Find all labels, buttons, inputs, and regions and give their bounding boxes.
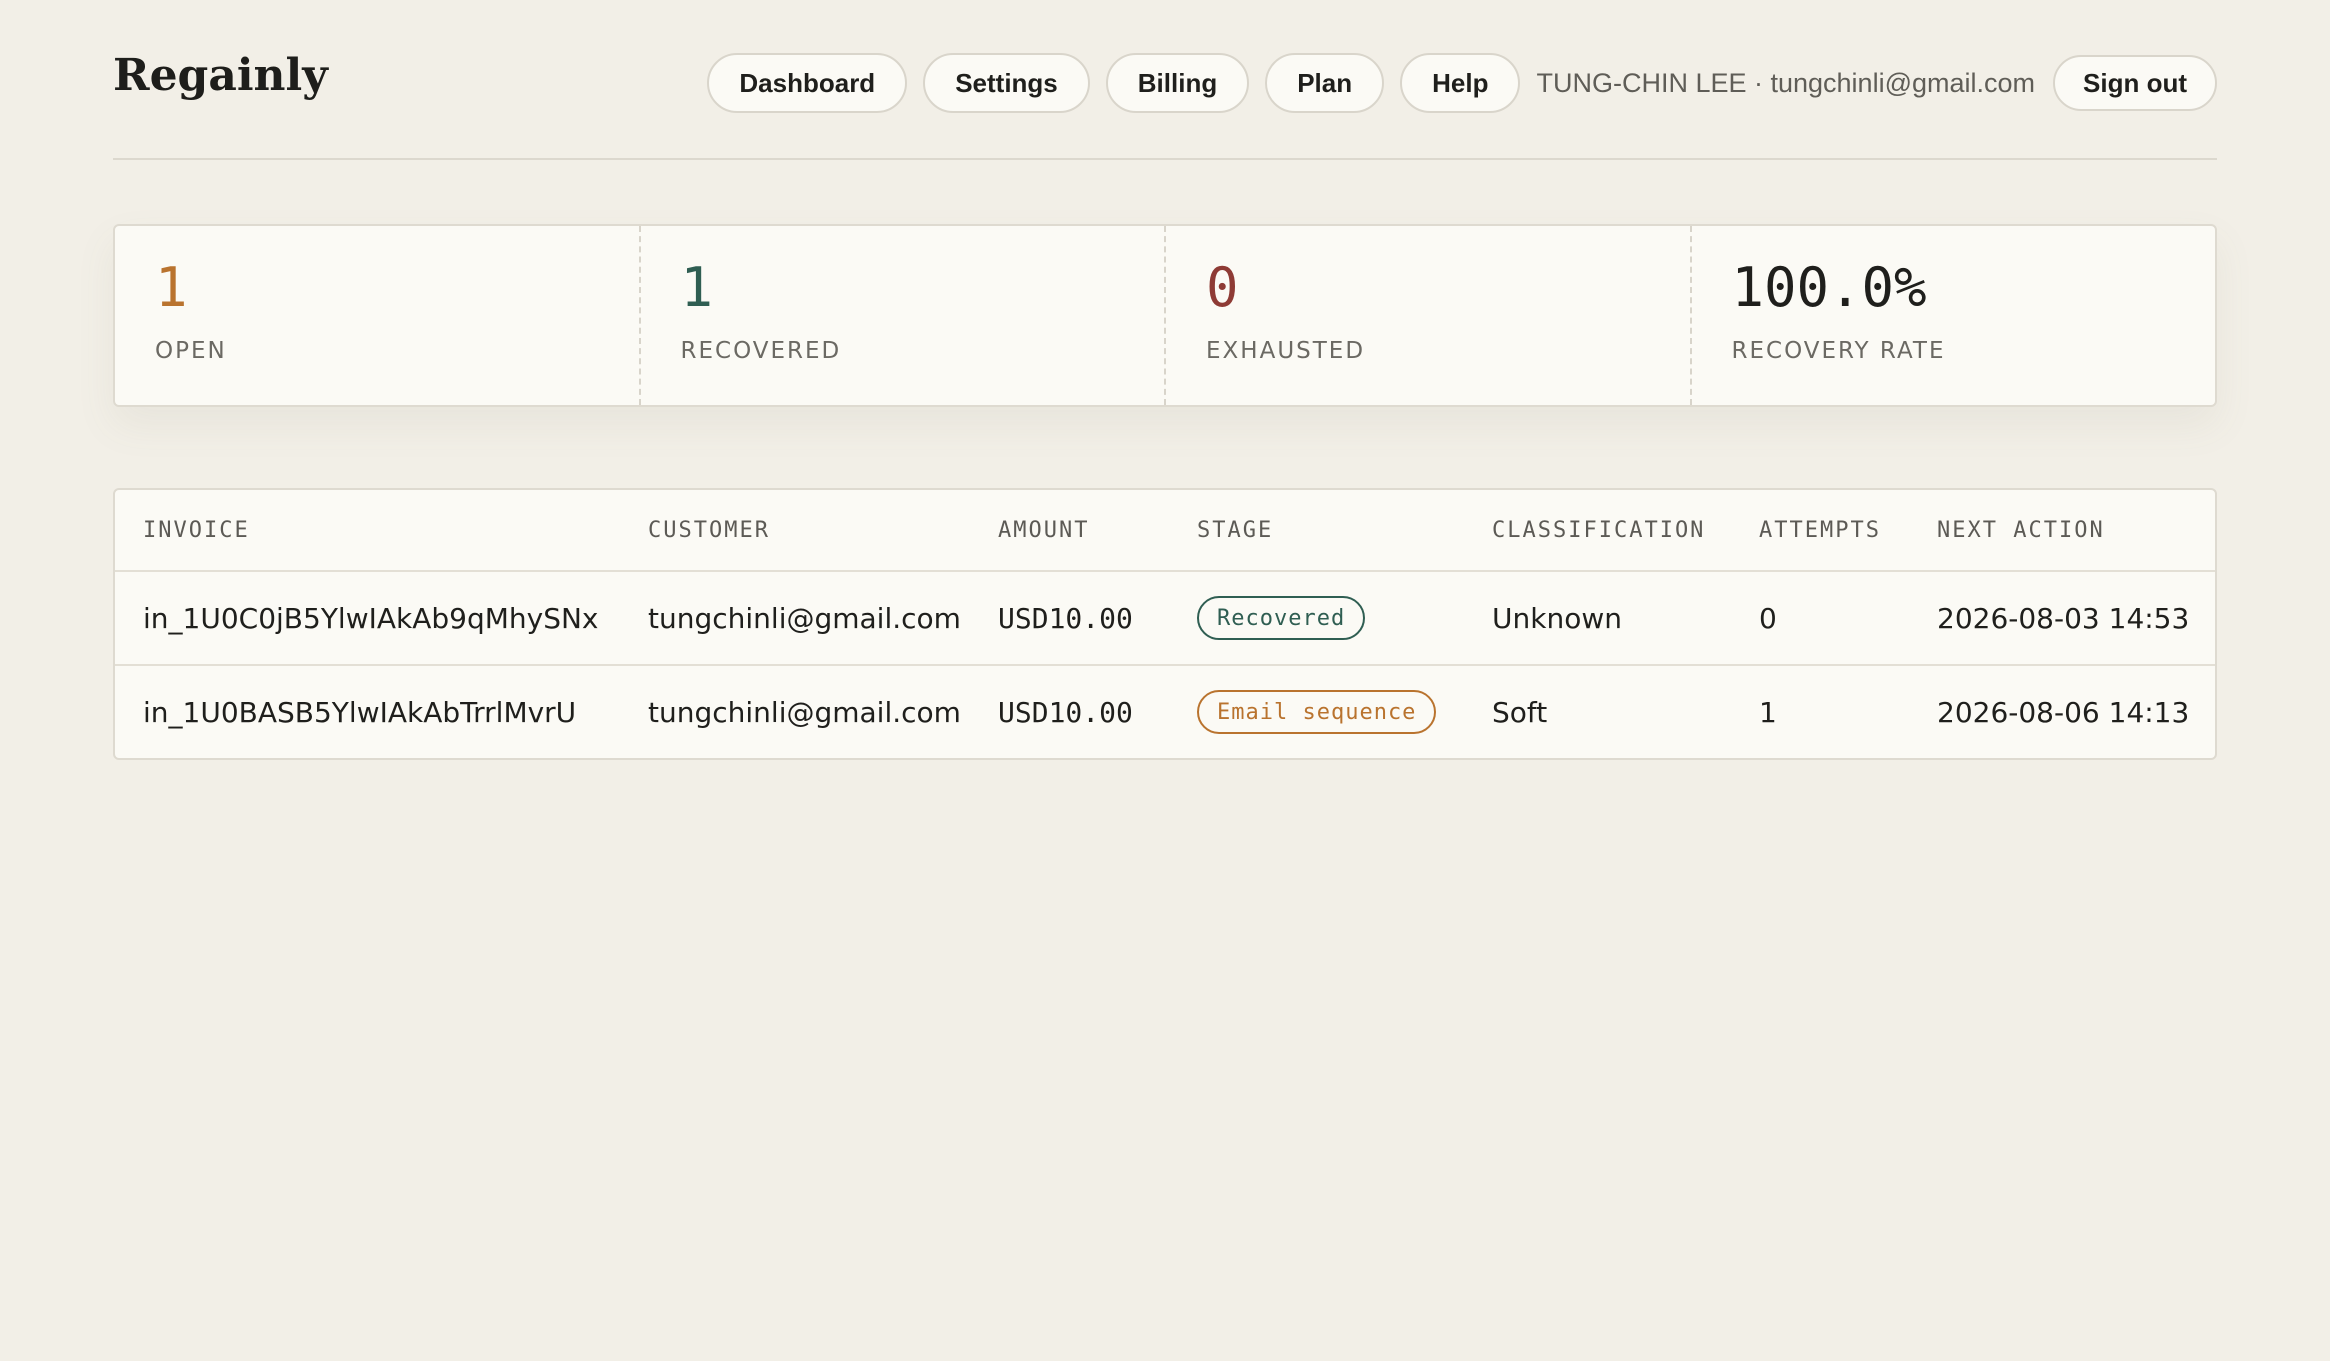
next-action-time: 2026-08-03 14:53 [1937,601,2190,635]
stage-badge: Email sequence [1197,690,1437,734]
nav-settings-button[interactable]: Settings [923,53,1090,113]
invoices-table: INVOICE CUSTOMER AMOUNT STAGE CLASSIFICA… [113,488,2217,760]
nav-billing-button[interactable]: Billing [1105,53,1250,113]
stat-label: RECOVERED [680,338,842,364]
invoice-id[interactable]: in_1U0BASB5YlwIAkAbTrrlMvrU [143,666,576,758]
stat-label: OPEN [155,338,227,364]
invoice-id[interactable]: in_1U0C0jB5YlwIAkAb9qMhySNx [143,572,599,664]
table-row[interactable]: in_1U0BASB5YlwIAkAbTrrlMvrU tungchinli@g… [115,666,2215,758]
column-header-invoice: INVOICE [143,517,250,543]
main-nav: Dashboard Settings Billing Plan Help TUN… [691,53,2217,113]
column-header-attempts: ATTEMPTS [1759,517,1881,543]
stat-label: EXHAUSTED [1206,338,1366,364]
customer-email: tungchinli@gmail.com [648,695,961,729]
stat-value: 1 [155,256,188,319]
stat-value: 0 [1206,256,1239,319]
table-row[interactable]: in_1U0C0jB5YlwIAkAb9qMhySNx tungchinli@g… [115,572,2215,666]
brand-logo[interactable]: Regainly [113,50,328,101]
invoice-amount: USD10.00 [998,695,1133,729]
classification: Soft [1492,695,1548,729]
nav-plan-button[interactable]: Plan [1265,53,1385,113]
nav-dashboard-button[interactable]: Dashboard [707,53,908,113]
stat-value: 1 [680,256,714,319]
attempts-count: 0 [1759,601,1777,635]
stat-recovered: 1 RECOVERED [641,226,1166,405]
invoice-amount: USD10.00 [998,601,1133,635]
column-header-classification: CLASSIFICATION [1492,517,1706,543]
classification: Unknown [1492,601,1622,635]
column-header-amount: AMOUNT [998,517,1090,543]
stat-exhausted: 0 EXHAUSTED [1166,226,1692,405]
column-header-next-action: NEXT ACTION [1937,517,2105,543]
stat-recovery-rate: 100.0% RECOVERY RATE [1692,226,2216,405]
sign-out-button[interactable]: Sign out [2053,55,2217,111]
attempts-count: 1 [1759,695,1777,729]
stats-panel: 1 OPEN 1 RECOVERED 0 EXHAUSTED 100.0% RE… [113,224,2217,407]
stat-label: RECOVERY RATE [1731,338,1946,364]
stat-value: 100.0% [1731,256,1927,319]
column-header-stage: STAGE [1197,517,1274,543]
stat-open: 1 OPEN [115,226,641,405]
column-header-customer: CUSTOMER [648,517,770,543]
stage-badge: Recovered [1197,596,1366,640]
app: Regainly Dashboard Settings Billing Plan… [113,0,2217,760]
stage-cell: Recovered [1197,572,1366,664]
table-header-row: INVOICE CUSTOMER AMOUNT STAGE CLASSIFICA… [115,490,2215,572]
user-identity: TUNG-CHIN LEE · tungchinli@gmail.com [1536,67,2036,98]
stage-cell: Email sequence [1197,666,1437,758]
customer-email: tungchinli@gmail.com [648,601,961,635]
nav-help-button[interactable]: Help [1400,53,1521,113]
top-bar: Regainly Dashboard Settings Billing Plan… [113,0,2217,160]
next-action-time: 2026-08-06 14:13 [1937,695,2190,729]
